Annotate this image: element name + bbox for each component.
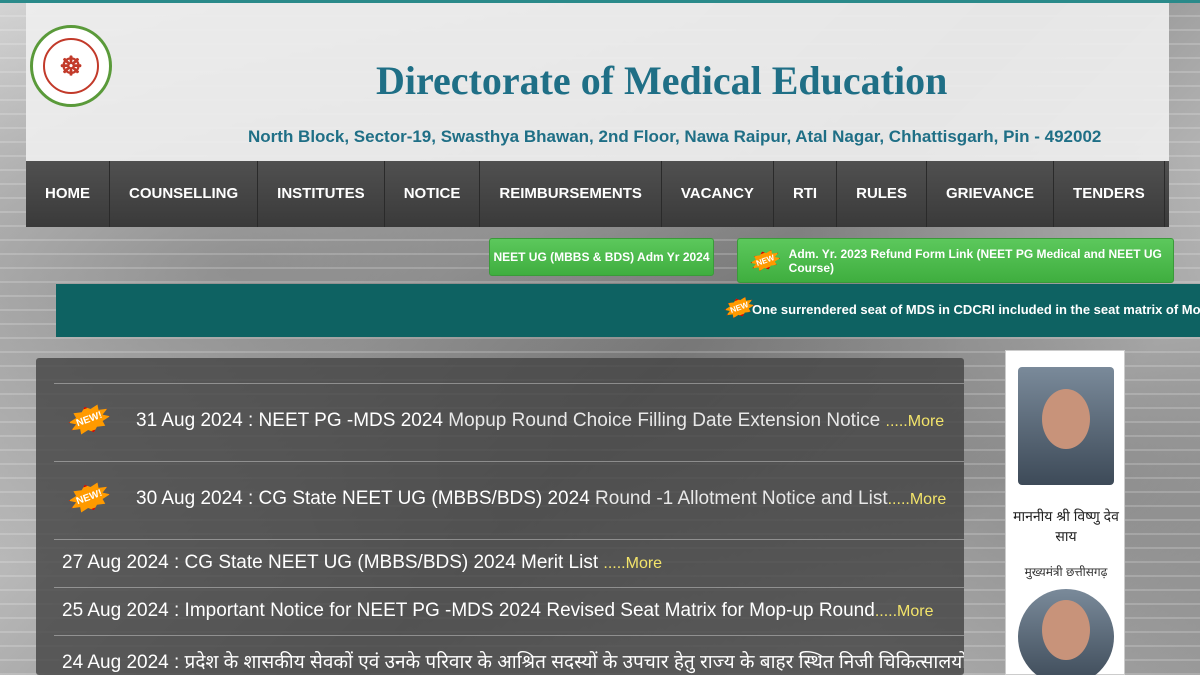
neet-ug-admission-label: NEET UG (MBBS & BDS) Adm Yr 2024 [493, 250, 710, 264]
new-burst-icon: NEW [748, 246, 783, 274]
nav-rules[interactable]: RULES [837, 161, 927, 227]
nav-reimbursements[interactable]: REIMBURSEMENTS [480, 161, 662, 227]
deputy-cm-photo [1018, 589, 1114, 675]
more-link[interactable]: .....More [888, 491, 947, 508]
news-item[interactable]: NEW! 30 Aug 2024 : CG State NEET UG (MBB… [54, 461, 964, 539]
site-title: Directorate of Medical Education [376, 58, 948, 103]
news-date: 31 Aug 2024 : NEET PG -MDS 2024 [136, 410, 449, 431]
nav-home[interactable]: HOME [26, 161, 110, 227]
more-link[interactable]: .....More [886, 413, 945, 430]
news-item[interactable]: 27 Aug 2024 : CG State NEET UG (MBBS/BDS… [54, 539, 964, 587]
news-ticker[interactable]: NEW One surrendered seat of MDS in CDCRI… [56, 284, 1200, 337]
nav-notice[interactable]: NOTICE [385, 161, 481, 227]
ticker-text[interactable]: One surrendered seat of MDS in CDCRI inc… [752, 302, 1200, 317]
nav-tenders[interactable]: TENDERS [1054, 161, 1165, 227]
news-date: 25 Aug 2024 : Important Notice for NEET … [62, 600, 875, 621]
nav-rti[interactable]: RTI [774, 161, 838, 227]
cm-name: माननीय श्री विष्णु देव साय [1013, 508, 1119, 544]
state-emblem-icon[interactable]: ☸ [30, 25, 112, 107]
news-date: 27 Aug 2024 : CG State NEET UG (MBBS/BDS… [62, 552, 604, 573]
neet-ug-admission-button[interactable]: NEET UG (MBBS & BDS) Adm Yr 2024 [489, 238, 714, 276]
portrait-icon [1042, 389, 1090, 449]
emblem-lion-icon: ☸ [43, 38, 99, 94]
site-header: ☸ Directorate of Medical Education North… [26, 3, 1169, 161]
news-title: Round -1 Allotment Notice and List [595, 488, 888, 509]
news-date: 24 Aug 2024 : प्रदेश के शासकीय सेवकों एव… [62, 652, 964, 673]
nav-vacancy[interactable]: VACANCY [662, 161, 774, 227]
news-item[interactable]: 25 Aug 2024 : Important Notice for NEET … [54, 587, 964, 635]
main-nav: HOME COUNSELLING INSTITUTES NOTICE REIMB… [26, 161, 1169, 227]
nav-counselling[interactable]: COUNSELLING [110, 161, 259, 227]
news-item[interactable]: 24 Aug 2024 : प्रदेश के शासकीय सेवकों एव… [54, 635, 964, 675]
news-date: 30 Aug 2024 : CG State NEET UG (MBBS/BDS… [136, 488, 596, 509]
news-title: Mopup Round Choice Filling Date Extensio… [448, 410, 886, 431]
news-panel: NEW! 31 Aug 2024 : NEET PG -MDS 2024 Mop… [36, 358, 964, 675]
refund-form-button[interactable]: NEW Adm. Yr. 2023 Refund Form Link (NEET… [737, 238, 1174, 283]
more-link[interactable]: .....More [603, 555, 662, 572]
more-link[interactable]: .....More [875, 603, 934, 620]
leaders-sidebar: माननीय श्री विष्णु देव साय मुख्यमंत्री छ… [1005, 350, 1125, 675]
portrait-icon [1042, 600, 1090, 660]
new-burst-icon: NEW! [65, 478, 114, 518]
nav-grievance[interactable]: GRIEVANCE [927, 161, 1055, 227]
refund-form-label: Adm. Yr. 2023 Refund Form Link (NEET PG … [788, 246, 1162, 275]
cm-title: मुख्यमंत्री छत्तीसगढ़ [1024, 565, 1108, 579]
nav-institutes[interactable]: INSTITUTES [258, 161, 385, 227]
new-burst-icon: NEW! [65, 400, 114, 440]
cm-photo [1018, 367, 1114, 485]
site-address: North Block, Sector-19, Swasthya Bhawan,… [248, 127, 1102, 146]
news-item[interactable]: NEW! 31 Aug 2024 : NEET PG -MDS 2024 Mop… [54, 383, 964, 461]
